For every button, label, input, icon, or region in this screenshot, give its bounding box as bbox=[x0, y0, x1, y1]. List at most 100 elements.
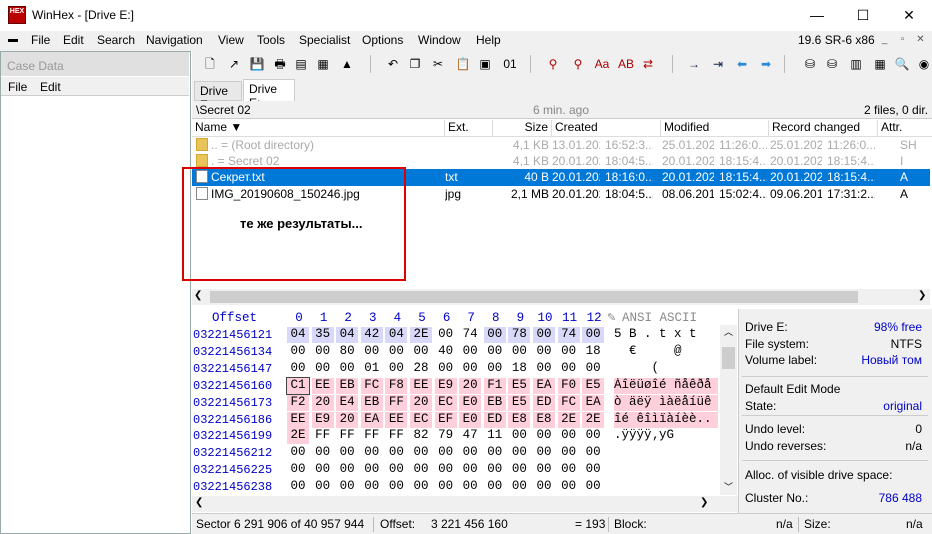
hex-byte[interactable]: EC bbox=[434, 394, 457, 411]
cut-icon[interactable]: ✂ bbox=[428, 54, 448, 74]
ascii-row[interactable]: ò äëÿ ìàëåíüê bbox=[614, 394, 718, 411]
system-menu-icon[interactable]: ▬ bbox=[8, 34, 22, 46]
open-icon[interactable]: ↗ bbox=[224, 54, 244, 74]
hex-byte[interactable]: 00 bbox=[410, 445, 432, 461]
hex-byte[interactable]: 00 bbox=[312, 344, 334, 360]
hex-byte[interactable]: E5 bbox=[508, 394, 531, 411]
hex-byte[interactable]: EE bbox=[385, 411, 408, 428]
search-icon[interactable]: 🔍 bbox=[892, 54, 912, 74]
hex-byte[interactable]: C1 bbox=[286, 376, 310, 395]
mdi-minimize-icon[interactable]: _ bbox=[876, 32, 893, 48]
hex-byte[interactable]: FF bbox=[385, 428, 407, 444]
hex-byte[interactable]: 2E bbox=[287, 428, 309, 445]
hex-byte[interactable]: 00 bbox=[582, 445, 604, 461]
hex-byte[interactable]: 00 bbox=[312, 445, 334, 461]
hex-byte[interactable]: 00 bbox=[435, 462, 457, 478]
menu-options[interactable]: Options bbox=[362, 33, 403, 47]
hex-byte[interactable]: F8 bbox=[385, 377, 408, 394]
tab-drive-e-1[interactable]: Drive E: bbox=[194, 81, 242, 112]
hex-byte[interactable]: 00 bbox=[533, 344, 555, 360]
ram-icon[interactable]: ▥ bbox=[846, 54, 866, 74]
hex-byte[interactable]: 00 bbox=[533, 479, 555, 495]
hex-byte[interactable]: 18 bbox=[582, 344, 604, 360]
hex-byte[interactable]: E0 bbox=[459, 411, 482, 428]
hex-byte[interactable]: 00 bbox=[287, 445, 309, 461]
hex-vscrollbar[interactable]: ︿ ﹀ bbox=[720, 325, 737, 495]
scroll-down-icon[interactable]: ﹀ bbox=[724, 480, 733, 493]
scroll-right-icon[interactable]: ❯ bbox=[918, 290, 926, 301]
calculator-icon[interactable]: ▦ bbox=[870, 54, 890, 74]
case-menu-edit[interactable]: Edit bbox=[40, 80, 61, 94]
hex-byte[interactable]: 00 bbox=[287, 361, 309, 377]
undo-icon[interactable]: ↶ bbox=[383, 54, 403, 74]
back-icon[interactable]: ⬅ bbox=[732, 54, 752, 74]
copy-icon[interactable]: ❐ bbox=[405, 54, 425, 74]
hex-byte[interactable]: 2E bbox=[557, 411, 580, 428]
hex-byte[interactable]: 00 bbox=[336, 445, 358, 461]
hex-byte[interactable]: 00 bbox=[435, 327, 457, 343]
hex-byte[interactable]: 01 bbox=[361, 361, 383, 377]
hex-byte[interactable]: 00 bbox=[410, 479, 432, 495]
menu-edit[interactable]: Edit bbox=[63, 33, 84, 47]
hex-byte[interactable]: 00 bbox=[484, 344, 506, 360]
binary-icon[interactable]: 01 bbox=[500, 54, 520, 74]
hex-byte[interactable]: EB bbox=[360, 394, 383, 411]
hex-byte[interactable]: 04 bbox=[287, 327, 309, 343]
hex-scroll-right-icon[interactable]: ❯ bbox=[700, 497, 708, 508]
file-properties-icon[interactable]: ▦ bbox=[313, 54, 333, 74]
hex-byte[interactable]: F2 bbox=[287, 394, 309, 411]
hex-byte[interactable]: EB bbox=[483, 394, 506, 411]
ascii-row[interactable] bbox=[614, 479, 718, 495]
hex-byte[interactable]: 00 bbox=[582, 462, 604, 478]
hex-byte[interactable]: EC bbox=[410, 411, 432, 428]
hex-byte[interactable]: 20 bbox=[336, 411, 359, 428]
hex-byte[interactable]: 20 bbox=[410, 394, 432, 411]
hex-byte[interactable]: E5 bbox=[582, 377, 605, 394]
hex-byte[interactable]: 00 bbox=[508, 344, 530, 360]
hex-byte[interactable]: EA bbox=[582, 394, 605, 411]
col-record-changed[interactable]: Record changed bbox=[768, 120, 877, 136]
ascii-row[interactable]: îé êîìïàíèè.. bbox=[614, 411, 718, 428]
hex-byte[interactable]: E8 bbox=[533, 411, 555, 428]
scroll-up-icon[interactable]: ︿ bbox=[724, 325, 733, 338]
close-button[interactable]: ✕ bbox=[886, 0, 932, 30]
hex-byte[interactable]: EA bbox=[533, 377, 555, 394]
hex-byte[interactable]: 00 bbox=[558, 344, 580, 360]
hex-byte[interactable]: 2E bbox=[582, 411, 605, 428]
save-icon[interactable]: 💾 bbox=[247, 54, 267, 74]
menu-help[interactable]: Help bbox=[476, 33, 501, 47]
menu-navigation[interactable]: Navigation bbox=[146, 33, 203, 47]
hex-byte[interactable]: 00 bbox=[484, 462, 506, 478]
hex-byte[interactable]: 00 bbox=[361, 462, 383, 478]
paste-special-icon[interactable]: ▣ bbox=[475, 54, 495, 74]
hex-byte[interactable]: 00 bbox=[385, 479, 407, 495]
col-modified[interactable]: Modified bbox=[660, 120, 768, 136]
hex-byte[interactable]: EE bbox=[410, 377, 432, 394]
hex-byte[interactable]: F0 bbox=[557, 377, 580, 394]
maximize-button[interactable]: ☐ bbox=[840, 0, 886, 30]
hex-byte[interactable]: 04 bbox=[385, 327, 408, 343]
hex-hscrollbar[interactable]: ❮ ❯ bbox=[192, 496, 738, 512]
hex-byte[interactable]: 00 bbox=[483, 327, 506, 343]
ascii-row[interactable]: Áîëüøîé ñåêðå bbox=[614, 377, 718, 394]
hex-byte[interactable]: 00 bbox=[385, 462, 407, 478]
hex-byte[interactable]: 00 bbox=[484, 479, 506, 495]
hex-byte[interactable]: 00 bbox=[459, 479, 481, 495]
col-attr[interactable]: Attr. bbox=[877, 120, 930, 136]
hex-byte[interactable]: 00 bbox=[361, 479, 383, 495]
print-icon[interactable]: 🖶 bbox=[270, 54, 290, 74]
menu-view[interactable]: View bbox=[218, 33, 244, 47]
goto-offset-icon[interactable]: → bbox=[684, 54, 704, 74]
hex-byte[interactable]: 00 bbox=[459, 462, 481, 478]
col-size[interactable]: Size bbox=[492, 120, 551, 136]
hex-byte[interactable]: 00 bbox=[459, 344, 481, 360]
case-menu-file[interactable]: File bbox=[8, 80, 27, 94]
hex-byte[interactable]: 82 bbox=[410, 428, 432, 444]
hex-byte[interactable]: F1 bbox=[483, 377, 506, 394]
hex-byte[interactable]: ED bbox=[533, 394, 555, 411]
properties-icon[interactable]: ▤ bbox=[291, 54, 311, 74]
hex-byte[interactable]: 00 bbox=[385, 361, 407, 377]
hex-byte[interactable]: 28 bbox=[410, 361, 432, 377]
hex-byte[interactable]: 79 bbox=[435, 428, 457, 444]
hex-byte[interactable]: 00 bbox=[533, 445, 555, 461]
